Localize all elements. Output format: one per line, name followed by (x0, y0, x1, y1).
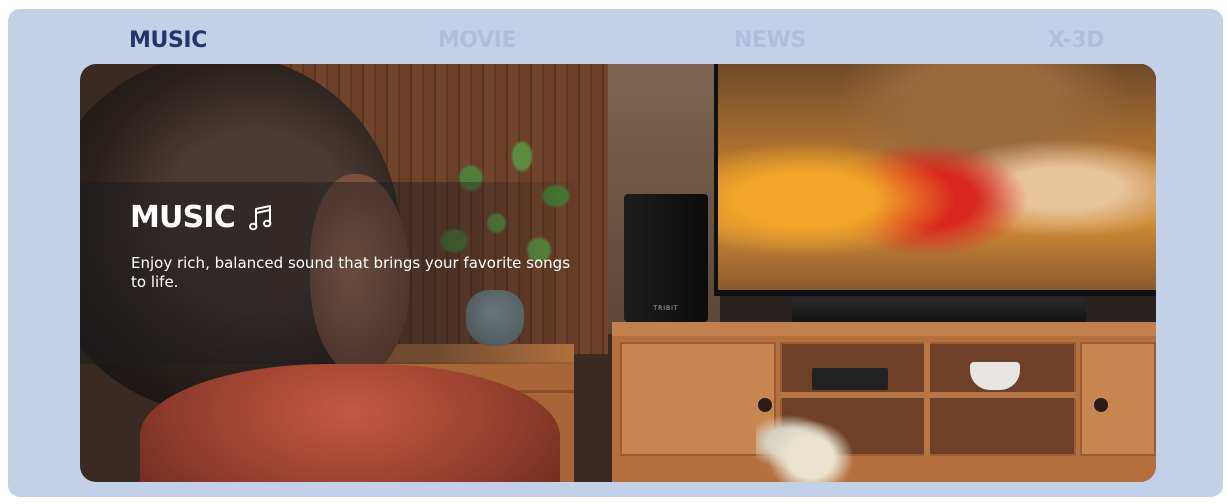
media-player (812, 368, 888, 390)
tab-news[interactable]: NEWS (734, 26, 806, 54)
cabinet-door-left (620, 342, 776, 456)
sound-mode-tabs: MUSIC MOVIE NEWS X-3D (8, 9, 1223, 67)
feature-description: Enjoy rich, balanced sound that brings y… (131, 254, 571, 291)
feature-title: MUSIC (130, 200, 236, 235)
tv-cabinet (612, 322, 1156, 482)
cabinet-door-right (1080, 342, 1156, 456)
flower-vase (756, 410, 866, 482)
tv-screen-dancers (718, 64, 1156, 290)
subwoofer: TRIBIT (624, 194, 708, 322)
television (714, 64, 1156, 296)
tab-movie[interactable]: MOVIE (438, 26, 517, 54)
soundbar (792, 298, 1086, 324)
subwoofer-brand-label: TRIBIT (653, 305, 679, 312)
cabinet-divider (924, 342, 930, 456)
tab-x-3d[interactable]: X-3D (1048, 26, 1105, 54)
person-body (140, 364, 560, 482)
feature-image: TRIBIT MUSIC Enjoy rich, balanced sound … (80, 64, 1156, 482)
cabinet-knob (1094, 398, 1108, 412)
music-note-icon (248, 205, 272, 231)
tab-music[interactable]: MUSIC (129, 26, 207, 54)
sound-mode-panel: MUSIC MOVIE NEWS X-3D TRIBIT MUSIC Enjoy… (8, 9, 1223, 497)
